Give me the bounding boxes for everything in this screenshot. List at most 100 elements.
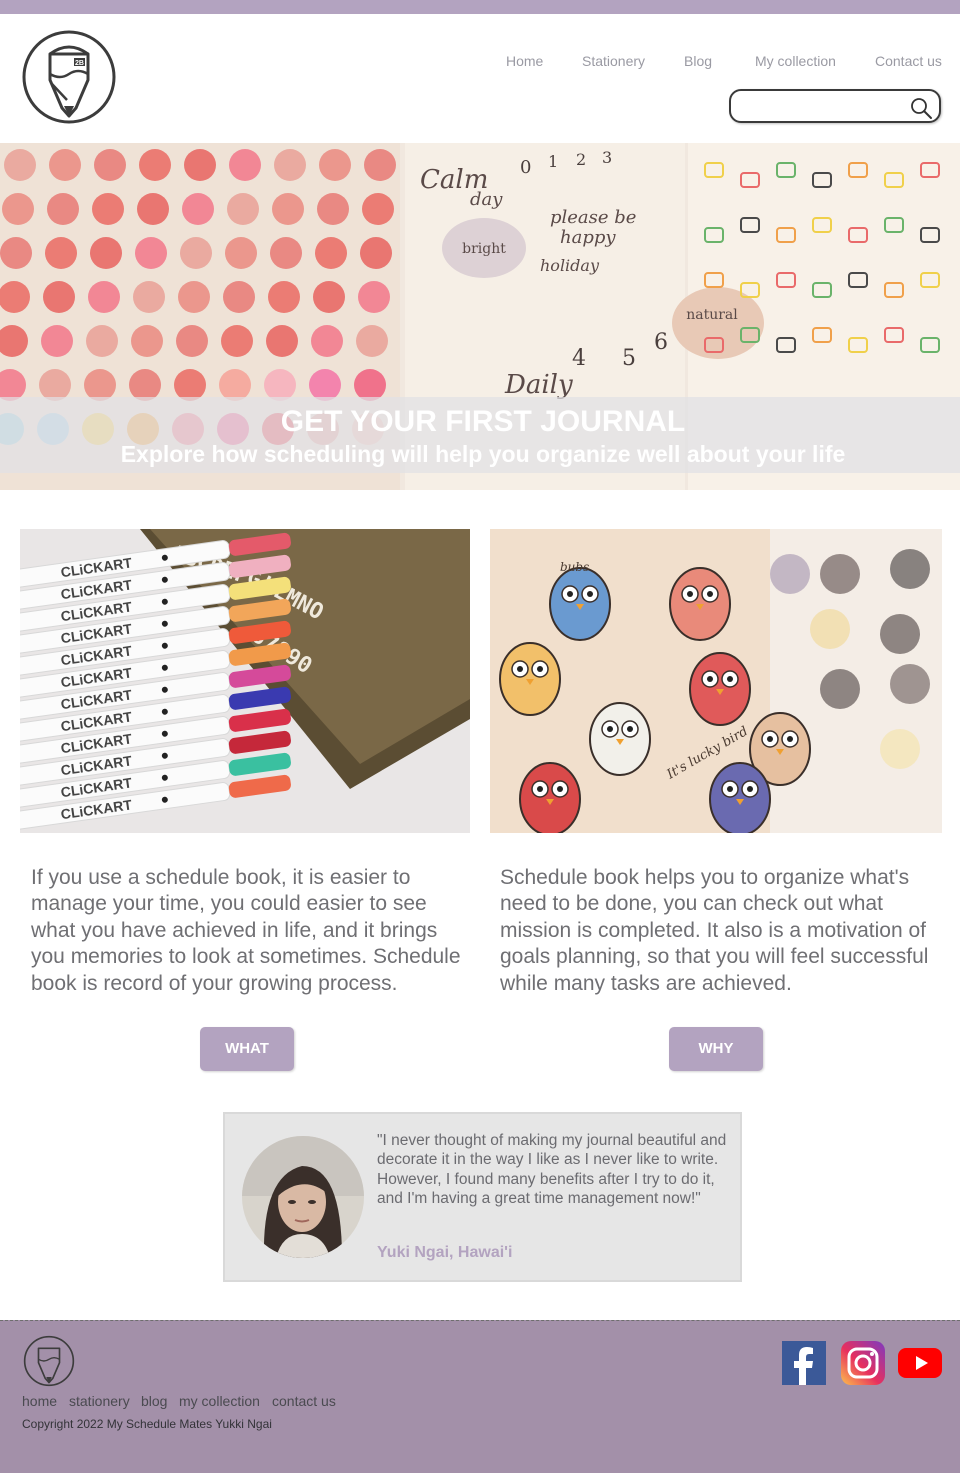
dot-sticker [176,325,208,357]
owl-stickers-photo: bubs It's lucky bird [490,529,942,833]
sticker-digit: 3 [602,148,612,167]
dot-sticker [358,281,390,313]
dot-sticker [221,325,253,357]
sticker-digit: 0 [520,157,531,178]
footer-logo-icon[interactable] [23,1335,75,1387]
what-button[interactable]: WHAT [200,1027,294,1071]
testimonial-author: Yuki Ngai, Hawai'i [377,1244,513,1261]
sticker-word: natural [686,307,738,323]
dot-sticker [4,149,36,181]
dot-sticker [49,149,81,181]
owl-sticker [589,702,651,776]
owl-stickers-image: bubs It's lucky bird [490,529,942,833]
sticker-digit: 1 [548,152,558,171]
why-description: Schedule book helps you to organize what… [500,866,929,995]
testimonial-quote: "I never thought of making my journal be… [377,1132,727,1207]
dot-sticker [315,237,347,269]
dot-sticker [311,325,343,357]
footer-link-my-collection[interactable]: my collection [179,1393,260,1409]
main-nav: Home Stationery Blog My collection Conta… [0,53,960,73]
face-sticker [880,614,920,654]
what-description: If you use a schedule book, it is easier… [31,866,461,995]
footer: home stationery blog my collection conta… [0,1320,960,1473]
dot-sticker [94,149,126,181]
face-sticker [890,664,930,704]
owl-sticker [689,652,751,726]
face-sticker [890,549,930,589]
search-box [729,89,941,123]
nav-home[interactable]: Home [506,53,543,69]
face-sticker [810,609,850,649]
dot-sticker [135,237,167,269]
dot-sticker [364,149,396,181]
dot-sticker [182,193,214,225]
youtube-icon[interactable] [898,1341,942,1385]
dot-sticker [272,193,304,225]
dot-sticker [268,281,300,313]
sticker-word: happy [560,227,616,248]
dot-sticker [43,281,75,313]
dot-sticker [362,193,394,225]
dot-sticker [180,237,212,269]
dot-sticker [313,281,345,313]
dot-sticker [41,325,73,357]
dot-sticker [227,193,259,225]
footer-link-home[interactable]: home [22,1393,57,1409]
face-sticker [880,729,920,769]
avatar [242,1136,364,1258]
dot-sticker [184,149,216,181]
dot-sticker [2,193,34,225]
dot-sticker [360,237,392,269]
dot-sticker [0,237,32,269]
search-icon[interactable] [909,96,933,120]
sticker-digit: 5 [622,346,636,371]
footer-link-blog[interactable]: blog [141,1393,167,1409]
dot-sticker [266,325,298,357]
sticker-word: bubs [560,560,589,574]
nav-stationery[interactable]: Stationery [582,53,645,69]
sticker-word: bright [462,241,506,257]
dot-sticker [133,281,165,313]
owl-sticker [519,762,581,833]
nav-my-collection[interactable]: My collection [755,53,836,69]
sticker-word: day [470,189,503,210]
dot-sticker [317,193,349,225]
dot-sticker [45,237,77,269]
sticker-word: please be [550,207,636,228]
facebook-icon[interactable] [782,1341,826,1385]
dot-sticker [319,149,351,181]
sticker-word: Daily [504,370,573,400]
copyright-text: Copyright 2022 My Schedule Mates Yukki N… [22,1417,272,1431]
footer-link-contact-us[interactable]: contact us [272,1393,336,1409]
search-input[interactable] [739,95,908,119]
sticker-digit: 4 [572,346,586,371]
top-accent-bar [0,0,960,14]
why-button[interactable]: WHY [669,1027,763,1071]
dot-sticker [88,281,120,313]
footer-link-stationery[interactable]: stationery [69,1393,130,1409]
nav-blog[interactable]: Blog [684,53,712,69]
dot-sticker [92,193,124,225]
nav-contact-us[interactable]: Contact us [875,53,942,69]
dot-sticker [229,149,261,181]
dot-sticker [131,325,163,357]
face-sticker [820,669,860,709]
owl-sticker [669,567,731,641]
dot-sticker [47,193,79,225]
dot-sticker [90,237,122,269]
sticker-word: holiday [540,256,600,275]
site-logo[interactable]: 2B [22,30,116,124]
sticker-digit: 2 [576,150,586,169]
markers-photo: ABCDEFG KLMNO 67890 CLiCKARTCLiCKARTCLiC… [20,529,470,833]
dot-sticker [225,237,257,269]
sticker-digit: 6 [654,330,668,355]
dot-sticker [274,149,306,181]
owl-sticker [549,567,611,641]
face-sticker [820,554,860,594]
instagram-icon[interactable] [841,1341,885,1385]
markers-image: ABCDEFG KLMNO 67890 CLiCKARTCLiCKARTCLiC… [20,529,470,833]
dot-sticker [137,193,169,225]
owl-sticker [709,762,771,833]
dot-sticker [139,149,171,181]
avatar-photo [242,1136,364,1258]
